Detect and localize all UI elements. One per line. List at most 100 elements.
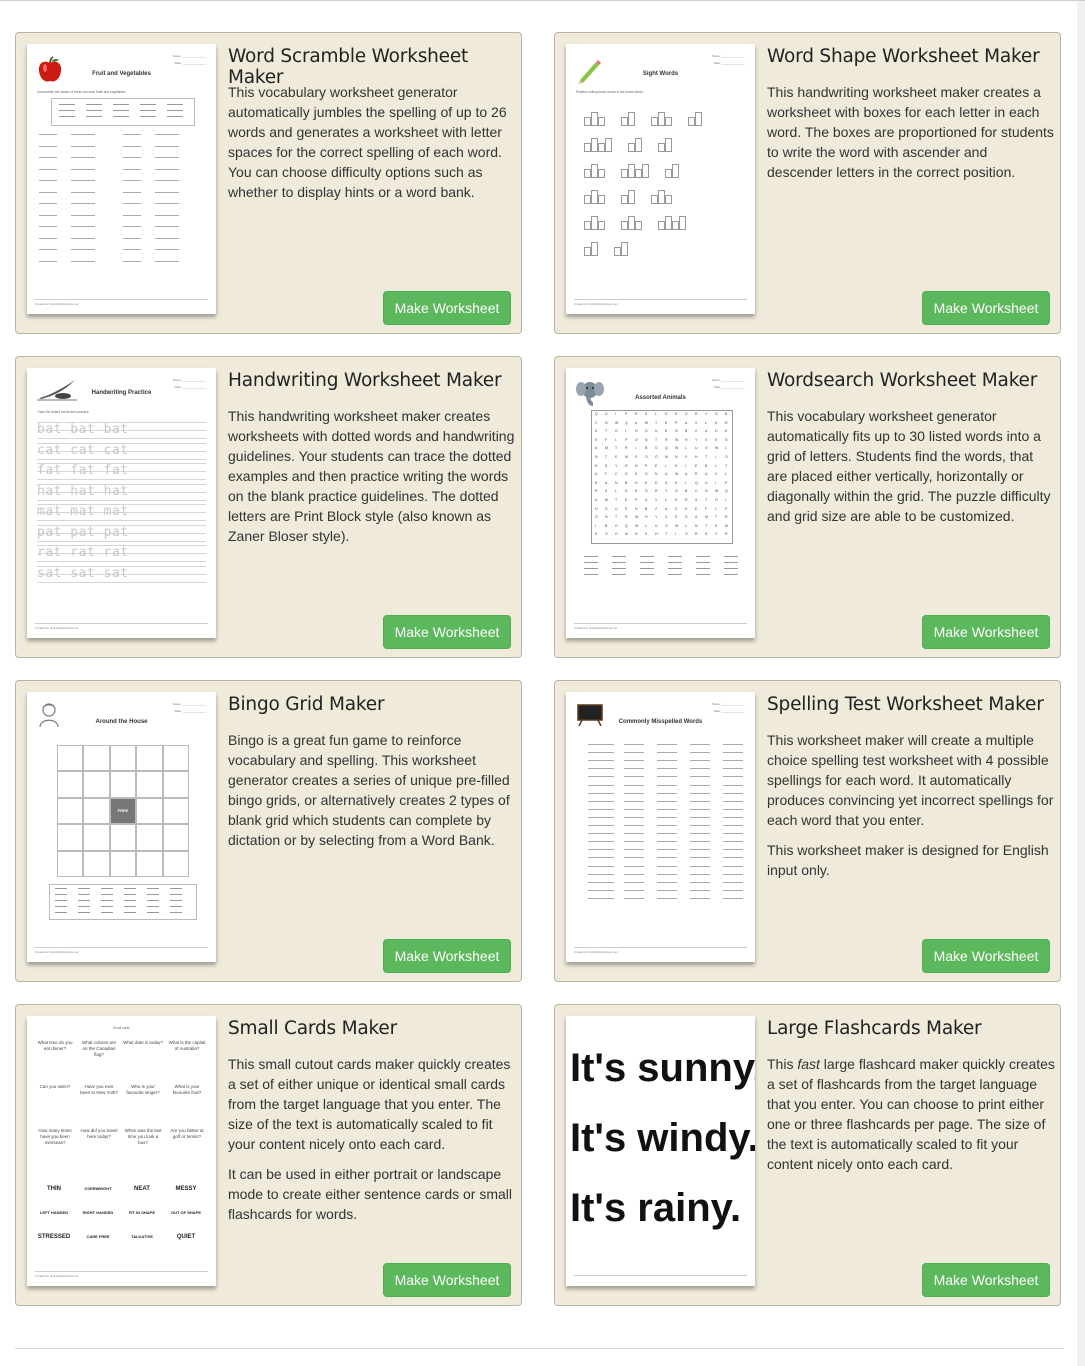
question-card: What is your favourite fruit? — [172, 1084, 202, 1095]
description-fragment: fast — [797, 1056, 820, 1072]
word-card: NEAT — [134, 1186, 150, 1192]
thumb-footer: Created at QuickWorksheets.net — [35, 299, 208, 306]
description-paragraph: This worksheet maker will create a multi… — [767, 732, 1054, 828]
description-fragment: large flashcard maker quickly creates a … — [767, 1056, 1055, 1172]
thumb-footer: Created at QuickWorksheets.net — [574, 623, 747, 630]
person-icon — [37, 702, 67, 732]
description-paragraph: This vocabulary worksheet generator auto… — [767, 408, 1051, 524]
thumb-name-field: Name: ______________ — [711, 702, 745, 706]
word-card: QUIET — [176, 1234, 196, 1240]
thumb-name-field: Name: ______________ — [711, 54, 745, 58]
dotted-word: sat sat sat — [37, 565, 129, 581]
dotted-word: bat bat bat — [37, 422, 129, 437]
thumb-date-field: Date: ______________ — [174, 385, 206, 389]
word-card: OVERWEIGHT — [84, 1186, 112, 1191]
worksheet-preview-image[interactable]: It's sunny. It's windy. It's rainy. — [566, 1016, 755, 1286]
description-paragraph: This handwriting worksheet maker creates… — [228, 408, 515, 544]
description-fragment: This — [767, 1056, 798, 1072]
dotted-word: hat hat hat — [37, 483, 129, 499]
flashcard-text: It's rainy. — [570, 1186, 742, 1230]
card-title: Wordsearch Worksheet Maker — [767, 370, 1038, 391]
dotted-word: cat cat cat — [37, 442, 129, 458]
make-worksheet-button[interactable]: Make Worksheet — [922, 939, 1050, 973]
question-card: When was the last time you took a bus? — [124, 1128, 162, 1145]
worksheet-preview-image[interactable]: Handwriting Practice Name: ______________… — [27, 368, 216, 638]
card-title: Spelling Test Worksheet Maker — [767, 694, 1044, 715]
question-card: What is the capital of Australia? — [168, 1040, 206, 1051]
word-card: STRESSED — [37, 1234, 71, 1240]
thumb-date-field: Date: ______________ — [174, 709, 206, 713]
word-card: THIN — [47, 1186, 61, 1192]
thumb-title: Handwriting Practice — [91, 390, 152, 396]
card-description: Bingo is a great fun game to reinforce v… — [228, 730, 516, 860]
make-worksheet-button[interactable]: Make Worksheet — [922, 291, 1050, 325]
make-worksheet-button[interactable]: Make Worksheet — [383, 939, 511, 973]
question-card: What date is today? — [123, 1040, 163, 1045]
thumb-title: Sight Words — [642, 71, 679, 77]
description-paragraph: This vocabulary worksheet generator auto… — [228, 84, 507, 200]
worksheet-card: It's sunny. It's windy. It's rainy. Large F… — [554, 1004, 1061, 1306]
description-paragraph: This fast large flashcard maker quickly … — [767, 1054, 1055, 1174]
worksheet-card: Small cards What time do you eat dinner? W… — [15, 1004, 522, 1306]
make-worksheet-button[interactable]: Make Worksheet — [922, 1263, 1050, 1297]
worksheet-card: Around the House Name: ______________ Date… — [15, 680, 522, 982]
question-card: Who is your favourite singer? — [126, 1084, 160, 1095]
dotted-word: fat fat fat — [37, 463, 129, 478]
footer-divider — [15, 1348, 1064, 1349]
thumb-date-field: Date: ______________ — [713, 61, 745, 65]
make-worksheet-button[interactable]: Make Worksheet — [383, 615, 511, 649]
thumb-date-field: Date: ______________ — [713, 385, 745, 389]
card-title: Bingo Grid Maker — [228, 694, 385, 715]
card-description: This fast large flashcard maker quickly … — [767, 1054, 1055, 1184]
card-title: Large Flashcards Maker — [767, 1018, 982, 1039]
worksheet-card: Fruit and Vegetables Name: ______________… — [15, 32, 522, 334]
make-worksheet-button[interactable]: Make Worksheet — [383, 291, 511, 325]
card-description: This handwriting worksheet maker creates… — [228, 406, 516, 556]
thumb-footer: Created at QuickWorksheets.net — [35, 947, 208, 954]
word-card: LEFT HANDED — [39, 1210, 69, 1215]
make-worksheet-button[interactable]: Make Worksheet — [922, 615, 1050, 649]
word-card: TALKATIVE — [131, 1234, 153, 1239]
thumb-footer: Created at QuickWorksheets.net — [35, 623, 208, 630]
word-card: MESSY — [175, 1186, 197, 1192]
thumb-footer: Created at QuickWorksheets.net — [574, 299, 747, 306]
scrollbar[interactable] — [1077, 1, 1085, 1366]
make-worksheet-button[interactable]: Make Worksheet — [383, 1263, 511, 1297]
card-description: This vocabulary worksheet generator auto… — [767, 406, 1055, 536]
thumb-name-field: Name: ______________ — [172, 702, 206, 706]
elephant-icon — [576, 378, 606, 408]
word-card: OUT OF SHAPE — [170, 1210, 201, 1215]
question-card: How did you travel here today? — [80, 1128, 118, 1139]
worksheet-card: Commonly Misspelled Words Name: _________… — [554, 680, 1061, 982]
dotted-word: rat rat rat — [37, 545, 129, 560]
dotted-word: pat pat pat — [37, 524, 129, 540]
card-title: Handwriting Worksheet Maker — [228, 370, 502, 391]
thumb-title: Around the House — [95, 719, 148, 725]
question-card: What colours are on the Canadian flag? — [81, 1040, 116, 1057]
dotted-word: mat mat mat — [37, 504, 129, 519]
card-title: Word Shape Worksheet Maker — [767, 46, 1040, 67]
card-description: This vocabulary worksheet generator auto… — [228, 82, 516, 212]
worksheet-preview-image[interactable]: Commonly Misspelled Words Name: _________… — [566, 692, 755, 962]
thumb-name-field: Name: ______________ — [172, 378, 206, 382]
thumb-date-field: Date: ______________ — [713, 709, 745, 713]
word-card: RIGHT HANDED — [82, 1210, 114, 1215]
description-paragraph: This handwriting worksheet maker creates… — [767, 84, 1054, 180]
thumb-name-field: Name: ______________ — [711, 378, 745, 382]
thumb-title: Assorted Animals — [635, 395, 686, 401]
worksheet-preview-image[interactable]: Small cards What time do you eat dinner? W… — [27, 1016, 216, 1286]
word-card: FIT IN SHAPE — [128, 1210, 155, 1215]
worksheet-preview-image[interactable]: Fruit and Vegetables Name: ______________… — [27, 44, 216, 314]
card-description: This small cutout cards maker quickly cr… — [228, 1054, 516, 1234]
thumb-name-field: Name: ______________ — [172, 54, 206, 58]
worksheet-preview-image[interactable]: Assorted Animals Name: ______________ Date… — [566, 368, 755, 638]
description-paragraph: It can be used in either portrait or lan… — [228, 1166, 513, 1222]
question-card: Can you swim? — [39, 1084, 71, 1089]
thumb-date-field: Date: ______________ — [174, 61, 206, 65]
thumb-footer: Created at QuickWorksheets.net — [574, 947, 747, 954]
chalkboard-icon — [576, 702, 606, 732]
question-card: What time do you eat dinner? — [37, 1040, 73, 1051]
worksheet-preview-image[interactable]: Sight Words Name: ______________ Date: ___… — [566, 44, 755, 314]
question-card: How many times have you been overseas? — [38, 1128, 72, 1145]
worksheet-preview-image[interactable]: Around the House Name: ______________ Date… — [27, 692, 216, 962]
